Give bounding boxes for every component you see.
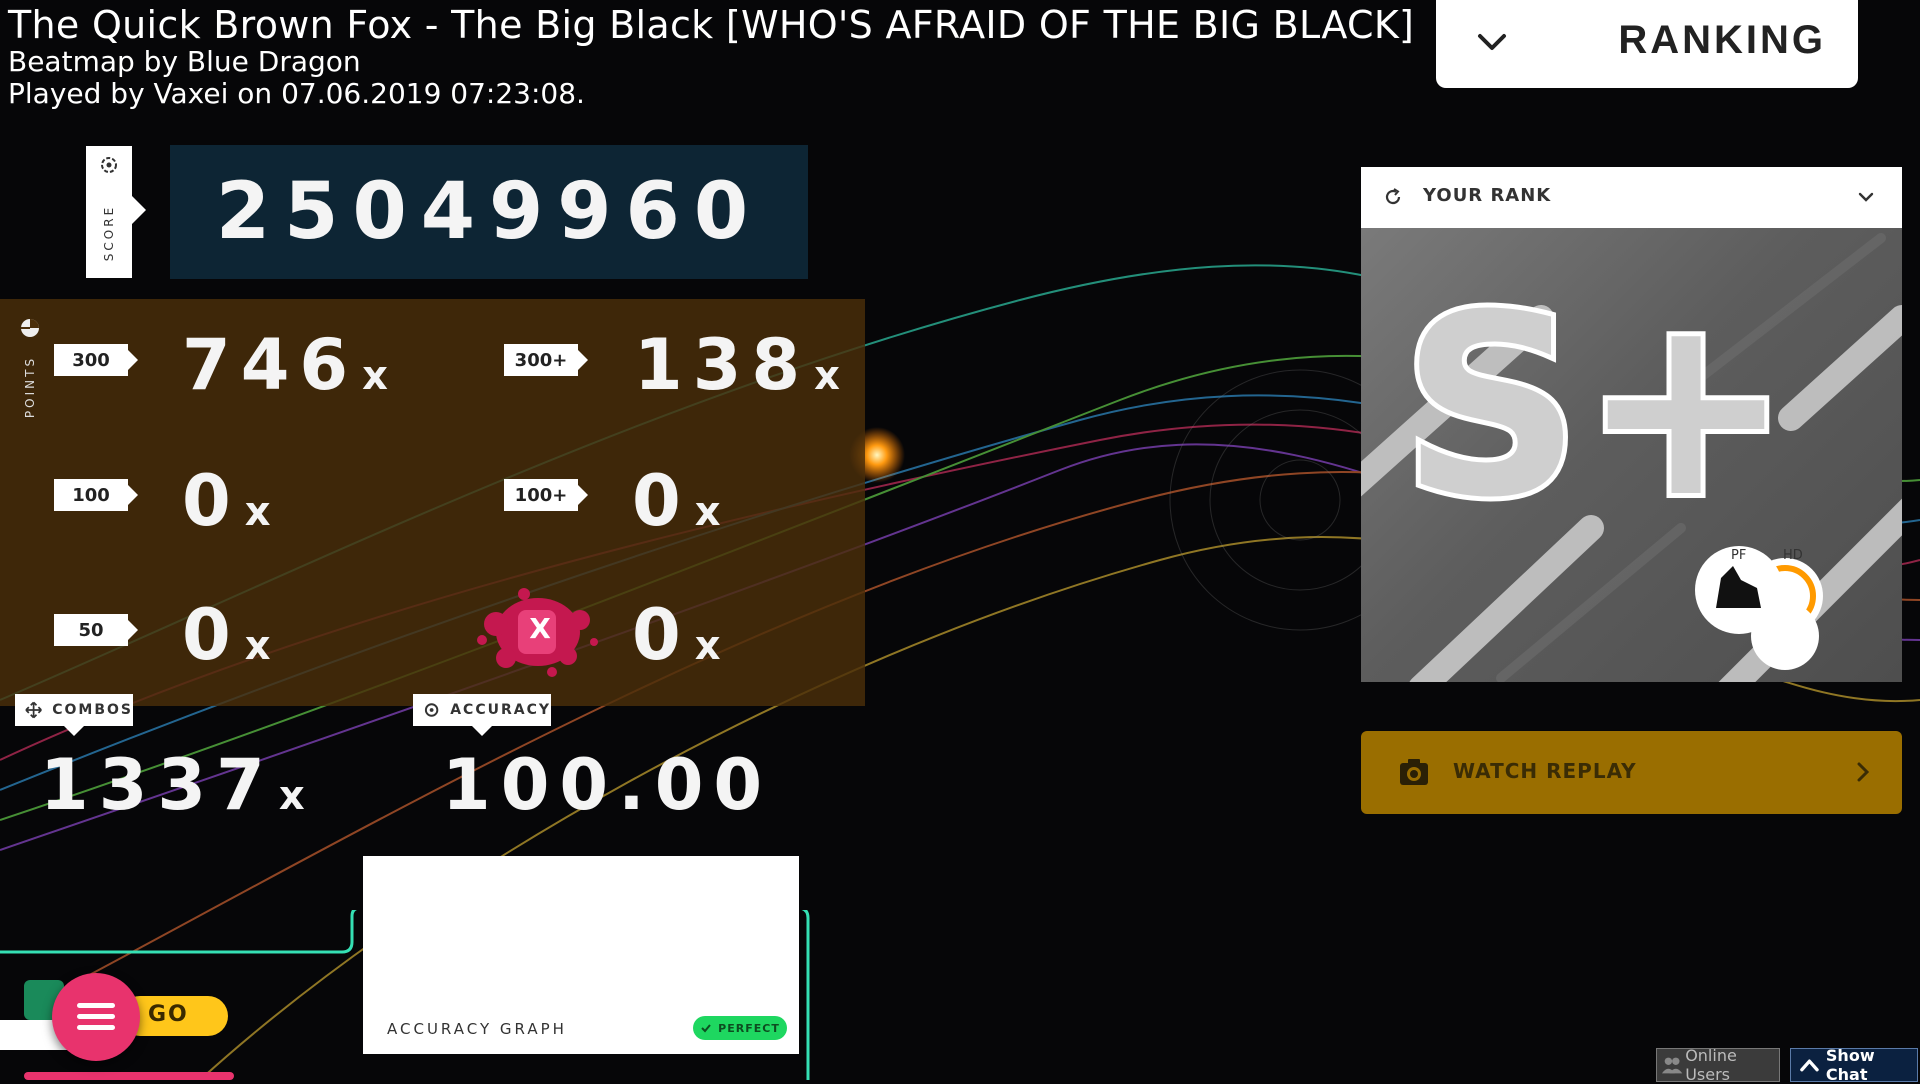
refresh-icon xyxy=(1385,188,1401,205)
hit-50-tag: 50 xyxy=(54,614,138,646)
hit-100plus-count: 0 xyxy=(632,460,691,542)
accuracy-graph-label: ACCURACY GRAPH xyxy=(387,1020,567,1038)
played-by-info: Played by Vaxei on 07.06.2019 07:23:08. xyxy=(8,77,585,110)
pie-chart-icon xyxy=(21,319,39,337)
online-users-button[interactable]: Online Users xyxy=(1656,1046,1780,1084)
mod-hd-label: HD xyxy=(1783,548,1803,563)
miss-label: X xyxy=(529,611,551,645)
hit-50-value: 0x xyxy=(182,600,271,681)
hit-50-unit: x xyxy=(244,623,271,669)
camera-icon xyxy=(1400,759,1428,785)
hit-100-unit: x xyxy=(244,489,271,535)
accuracy-graph-card: ACCURACY GRAPH PERFECT xyxy=(363,856,799,1054)
your-rank-card: YOUR RANK S+ PF HD xyxy=(1361,167,1902,682)
combos-value: 1337 x xyxy=(40,750,305,831)
hamburger-icon xyxy=(77,1003,115,1030)
hit-300-unit: x xyxy=(362,353,388,399)
chevron-right-icon xyxy=(1857,762,1870,782)
grade-art: S+ PF HD xyxy=(1361,233,1902,682)
ranking-label: RANKING xyxy=(1618,18,1826,62)
target-icon xyxy=(101,157,117,173)
hit-300plus-count: 138 xyxy=(634,324,811,406)
score-box: 25049960 xyxy=(170,145,808,279)
grade-letter: S+ xyxy=(1401,261,1791,552)
ranking-button[interactable]: RANKING xyxy=(1436,0,1858,88)
your-rank-header[interactable]: YOUR RANK xyxy=(1361,167,1902,228)
hit-300-value: 746 x xyxy=(182,330,388,411)
hit-300-count: 746 xyxy=(182,324,359,406)
hit-300-tag: 300 xyxy=(54,344,138,376)
hit-100plus-unit: x xyxy=(694,489,721,535)
menu-button[interactable] xyxy=(52,973,140,1061)
hit-50-count: 0 xyxy=(182,594,241,676)
show-chat-button[interactable]: Show Chat xyxy=(1790,1046,1918,1084)
mod-pf-label: PF xyxy=(1731,548,1746,563)
hit-300plus-unit: x xyxy=(814,353,840,399)
show-chat-label: Show Chat xyxy=(1825,1046,1875,1084)
hit-miss-count: 0 xyxy=(632,594,691,676)
users-icon xyxy=(1661,1057,1683,1074)
combos-tag: COMBOS xyxy=(15,694,133,736)
points-side-label: POINTS xyxy=(23,355,37,419)
move-arrows-icon xyxy=(25,701,42,719)
score-tab-label: SCORE xyxy=(102,204,116,262)
hit-miss-value: 0x xyxy=(632,600,721,681)
chevron-up-icon xyxy=(1800,1059,1819,1072)
crosshair-icon xyxy=(424,703,439,717)
hit-100plus-value: 0x xyxy=(632,466,721,547)
hit-100-value: 0x xyxy=(182,466,271,547)
score-value: 25049960 xyxy=(215,167,763,257)
hit-100-tag: 100 xyxy=(54,479,138,511)
combos-unit: x xyxy=(278,773,305,819)
hit-miss-unit: x xyxy=(694,623,721,669)
accuracy-label: ACCURACY xyxy=(450,702,551,718)
perfect-badge-label: PERFECT xyxy=(718,1021,780,1035)
chevron-down-icon xyxy=(1478,34,1506,50)
beatmap-mapper: Beatmap by Blue Dragon xyxy=(8,45,361,78)
hit-100plus-tag: 100+ xyxy=(504,479,588,511)
go-label: GO xyxy=(148,1002,189,1027)
your-rank-label: YOUR RANK xyxy=(1423,185,1552,206)
online-users-label: Online Users xyxy=(1685,1046,1737,1084)
beatmap-title: The Quick Brown Fox - The Big Black [WHO… xyxy=(8,3,1415,47)
watch-replay-button[interactable]: WATCH REPLAY xyxy=(1361,731,1902,814)
rank-grade-image: S+ PF HD xyxy=(1361,228,1902,682)
checkmark-icon xyxy=(701,1024,711,1033)
points-side-tab: POINTS xyxy=(18,318,42,418)
chevron-down-icon xyxy=(1858,192,1874,202)
combos-label: COMBOS xyxy=(52,702,133,718)
score-tab: SCORE xyxy=(86,146,146,278)
hit-300plus-value: 138 x xyxy=(634,330,840,411)
perfect-badge: PERFECT xyxy=(693,1016,787,1040)
accuracy-tag: ACCURACY xyxy=(413,694,551,736)
combos-count: 1337 xyxy=(40,744,275,826)
hit-100-count: 0 xyxy=(182,460,241,542)
hit-300plus-tag: 300+ xyxy=(504,344,588,376)
watch-replay-label: WATCH REPLAY xyxy=(1453,759,1637,783)
accuracy-value: 100.00 xyxy=(442,744,773,826)
